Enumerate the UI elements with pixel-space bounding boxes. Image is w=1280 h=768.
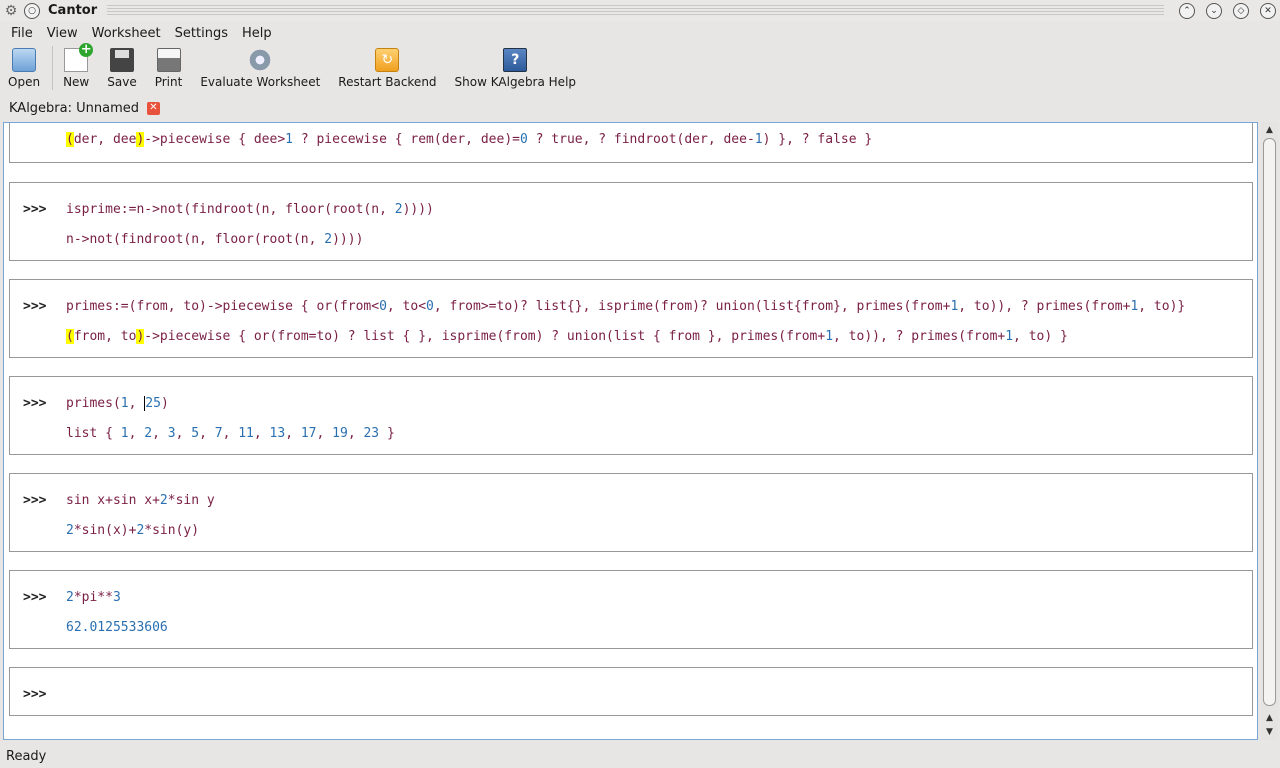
print-label: Print — [154, 75, 183, 89]
scroll-thumb[interactable] — [1263, 138, 1276, 706]
status-bar: Ready — [0, 745, 1280, 768]
worksheet-entry[interactable]: >>> isprime:=n->not(findroot(n, floor(ro… — [9, 182, 1253, 261]
scroll-down-icon[interactable]: ▲ — [1263, 712, 1276, 724]
sticky-icon[interactable]: ○ — [24, 2, 40, 19]
worksheet-entry[interactable]: (der, dee)->piecewise { dee>1 ? piecewis… — [9, 123, 1253, 163]
entry-prompt: >>> — [23, 590, 47, 605]
entry-command[interactable]: isprime:=n->not(findroot(n, floor(root(n… — [66, 202, 434, 217]
entry-command[interactable]: primes:=(from, to)->piecewise { or(from<… — [66, 299, 1185, 314]
help-book-icon: ? — [503, 48, 528, 72]
open-button[interactable]: Open — [8, 46, 40, 89]
entry-result: list { 1, 2, 3, 5, 7, 11, 13, 17, 19, 23… — [66, 426, 395, 441]
print-button[interactable]: Print — [154, 46, 183, 89]
minimize-icon[interactable]: ⌄ — [1206, 2, 1222, 19]
worksheet-entry[interactable]: >>> primes:=(from, to)->piecewise { or(f… — [9, 279, 1253, 358]
close-icon[interactable]: ✕ — [1260, 2, 1276, 19]
folder-open-icon — [12, 48, 37, 72]
worksheet-entry[interactable]: >>> primes(1, 25) list { 1, 2, 3, 5, 7, … — [9, 376, 1253, 455]
scroll-up-icon[interactable]: ▲ — [1263, 124, 1276, 136]
entry-prompt: >>> — [23, 687, 47, 702]
keep-above-icon[interactable]: ⌃ — [1179, 2, 1195, 19]
entry-command-empty[interactable] — [66, 687, 1166, 703]
entry-prompt: >>> — [23, 493, 47, 508]
menu-help[interactable]: Help — [235, 26, 279, 41]
window-title: Cantor — [48, 3, 98, 18]
entry-prompt: >>> — [23, 299, 47, 314]
menu-view[interactable]: View — [40, 26, 85, 41]
entry-command[interactable]: 2*pi**3 — [66, 590, 121, 605]
show-help-button[interactable]: ? Show KAlgebra Help — [455, 46, 576, 89]
entry-result: 62.0125533606 — [66, 620, 168, 635]
worksheet-entry[interactable]: >>> 2*pi**3 62.0125533606 — [9, 570, 1253, 649]
vertical-scrollbar[interactable]: ▲ ▲ ▼ — [1261, 122, 1278, 740]
maximize-icon[interactable]: ◇ — [1233, 2, 1249, 19]
title-bar-grip — [107, 5, 1164, 16]
tab-kalgebra-unnamed[interactable]: KAlgebra: Unnamed ✕ — [2, 96, 166, 120]
menu-worksheet[interactable]: Worksheet — [85, 26, 168, 41]
title-bar: ⚙ ○ Cantor ⌃ ⌄ ◇ ✕ — [0, 0, 1280, 21]
status-text: Ready — [6, 749, 47, 764]
menu-file[interactable]: File — [4, 26, 40, 41]
help-label: Show KAlgebra Help — [454, 75, 577, 89]
document-new-icon — [64, 43, 94, 72]
save-button[interactable]: Save — [107, 46, 137, 89]
save-label: Save — [107, 75, 137, 89]
entry-command[interactable]: sin x+sin x+2*sin y — [66, 493, 215, 508]
floppy-save-icon — [109, 48, 134, 72]
evaluate-label: Evaluate Worksheet — [200, 75, 321, 89]
tab-bar: KAlgebra: Unnamed ✕ — [0, 96, 1280, 120]
entry-prompt: >>> — [23, 202, 47, 217]
toolbar-separator — [52, 46, 54, 90]
entry-command[interactable]: primes(1, 25) — [66, 396, 169, 411]
worksheet[interactable]: (der, dee)->piecewise { dee>1 ? piecewis… — [3, 122, 1258, 740]
scroll-down-icon[interactable]: ▼ — [1263, 726, 1276, 738]
evaluate-worksheet-button[interactable]: Evaluate Worksheet — [200, 46, 320, 89]
window-menu-icon[interactable]: ⚙ — [3, 3, 19, 19]
tab-label: KAlgebra: Unnamed — [9, 100, 139, 116]
worksheet-entry[interactable]: >>> — [9, 667, 1253, 716]
menu-bar: File View Worksheet Settings Help — [0, 22, 1280, 44]
new-button[interactable]: New — [63, 43, 94, 89]
entry-result: (der, dee)->piecewise { dee>1 ? piecewis… — [66, 132, 873, 147]
restart-label: Restart Backend — [338, 75, 437, 89]
new-label: New — [63, 75, 90, 89]
printer-icon — [156, 48, 181, 72]
entry-result: 2*sin(x)+2*sin(y) — [66, 523, 200, 538]
toolbar: Open New Save Print Evaluate Worksheet ↻… — [0, 43, 1280, 94]
worksheet-entry[interactable]: >>> sin x+sin x+2*sin y 2*sin(x)+2*sin(y… — [9, 473, 1253, 552]
entry-prompt: >>> — [23, 396, 47, 411]
menu-settings[interactable]: Settings — [168, 26, 235, 41]
restart-backend-button[interactable]: ↻ Restart Backend — [338, 46, 437, 89]
entry-result: n->not(findroot(n, floor(root(n, 2)))) — [66, 232, 364, 247]
entry-result: (from, to)->piecewise { or(from=to) ? li… — [66, 329, 1068, 344]
restart-icon: ↻ — [375, 48, 400, 72]
open-label: Open — [8, 75, 41, 89]
gear-run-icon — [248, 48, 273, 72]
tab-close-icon[interactable]: ✕ — [147, 101, 160, 115]
